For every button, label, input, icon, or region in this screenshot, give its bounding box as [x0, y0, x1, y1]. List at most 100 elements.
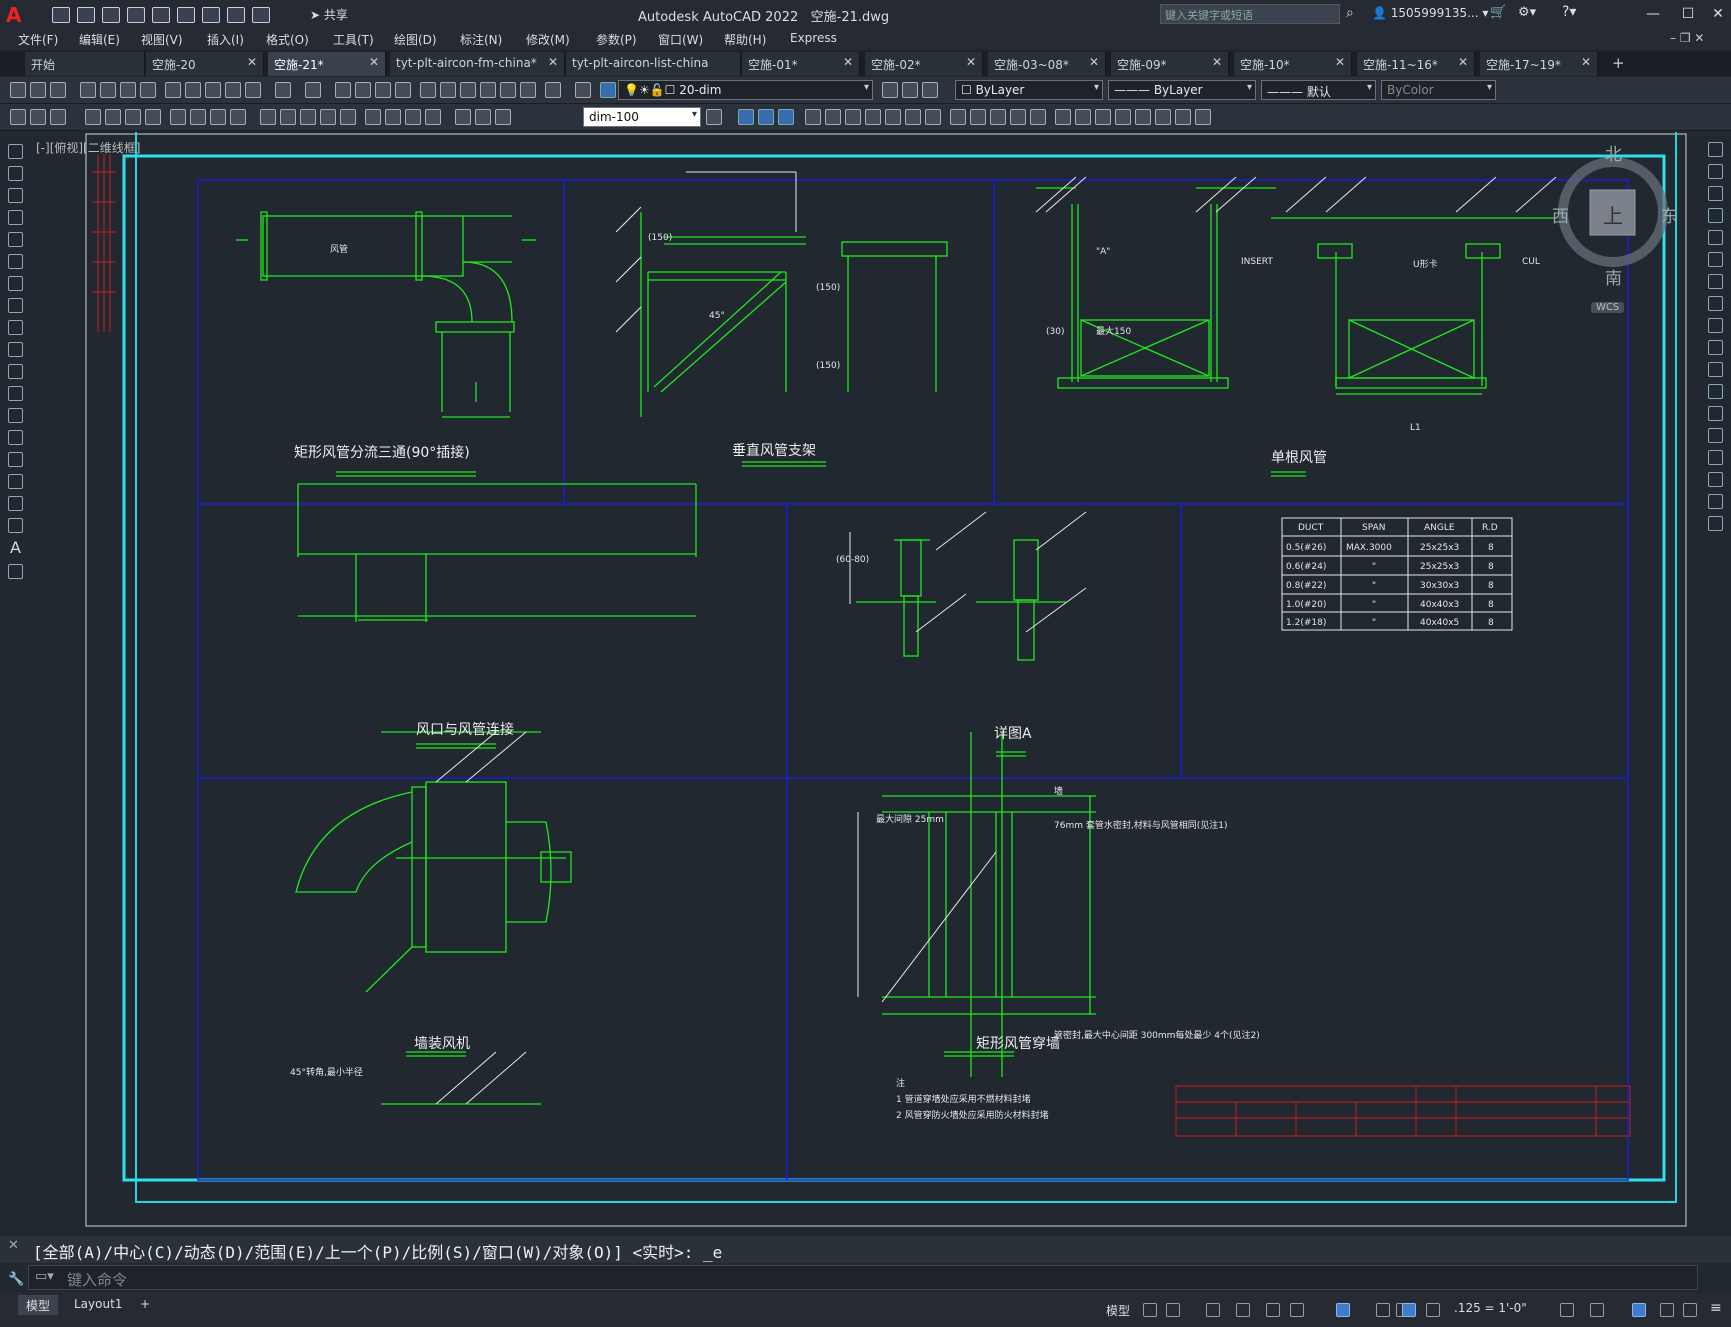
trim-icon[interactable]: [1708, 340, 1723, 355]
tab-file[interactable]: 空施-09* ✕: [1111, 52, 1229, 76]
drawing-canvas[interactable]: 矩形风管分流三通(90°插接) 垂直风管支架 单根风管 风口与风管连接 详图A …: [36, 132, 1696, 1232]
layer-state-icon[interactable]: [600, 82, 616, 98]
layer-iso-icon[interactable]: [50, 109, 66, 125]
annotation-monitor-icon[interactable]: [1590, 1303, 1604, 1317]
cart-icon[interactable]: 🛒: [1490, 5, 1506, 20]
materials-icon[interactable]: [1095, 109, 1111, 125]
menu-express[interactable]: Express: [790, 31, 837, 45]
walk-icon[interactable]: [1135, 109, 1151, 125]
menu-parametric[interactable]: 参数(P): [596, 31, 637, 48]
break-icon[interactable]: [1708, 406, 1723, 421]
dim-update-icon[interactable]: [495, 109, 511, 125]
add-layout-button[interactable]: +: [132, 1295, 158, 1315]
table-icon[interactable]: [8, 518, 23, 533]
layer-walk-icon[interactable]: [30, 109, 46, 125]
point-icon[interactable]: [8, 430, 23, 445]
tab-file[interactable]: 空施-03~08* ✕: [988, 52, 1106, 76]
add-selected-icon[interactable]: [8, 564, 23, 579]
insert-block-icon[interactable]: [805, 109, 821, 125]
annotation-visibility-icon[interactable]: [1402, 1303, 1416, 1317]
inspect-icon[interactable]: [405, 109, 421, 125]
redo-icon[interactable]: [252, 7, 270, 23]
center-mark-icon[interactable]: [385, 109, 401, 125]
spline-icon[interactable]: [8, 320, 23, 335]
color-dropdown[interactable]: ☐ ByLayer ▾: [955, 80, 1103, 100]
multiline-text-icon[interactable]: A: [10, 538, 21, 557]
dimstyle-dropdown[interactable]: dim-100 ▾: [583, 107, 701, 127]
zoom-window-icon[interactable]: [375, 82, 391, 98]
dim-edit-icon[interactable]: [455, 109, 471, 125]
command-prompt-icon[interactable]: ▭▾: [35, 1269, 54, 1284]
layer-match-icon[interactable]: [922, 82, 938, 98]
user-menu[interactable]: 👤 1505999135... ▾: [1372, 6, 1488, 20]
match-properties-icon[interactable]: [225, 82, 241, 98]
plotstyle-dropdown[interactable]: ByColor ▾: [1381, 80, 1496, 100]
autodesk-a360-icon[interactable]: ⚙▾: [1518, 5, 1536, 20]
3d-move-icon[interactable]: [778, 109, 794, 125]
open-web-icon[interactable]: [152, 7, 170, 23]
array-icon[interactable]: [1708, 230, 1723, 245]
rectangle-icon[interactable]: [8, 232, 23, 247]
close-tab-icon[interactable]: ✕: [1212, 55, 1222, 69]
menu-dimension[interactable]: 标注(N): [460, 31, 502, 48]
erase-icon[interactable]: [1708, 142, 1723, 157]
command-input[interactable]: ▭▾ 键入命令: [28, 1265, 1698, 1290]
menu-tools[interactable]: 工具(T): [333, 31, 374, 48]
jogged-linear-icon[interactable]: [425, 109, 441, 125]
viewcube-top-face[interactable]: 上: [1603, 200, 1623, 229]
sheet-set-icon[interactable]: [480, 82, 496, 98]
tab-file[interactable]: 空施-20 ✕: [146, 52, 264, 76]
properties-icon[interactable]: [420, 82, 436, 98]
open-icon[interactable]: [30, 82, 46, 98]
menu-view[interactable]: 视图(V): [141, 31, 183, 48]
scale-icon[interactable]: [1708, 296, 1723, 311]
dim-linear-icon[interactable]: [85, 109, 101, 125]
help-icon[interactable]: ?▾: [1562, 4, 1576, 20]
hardware-acceleration-icon[interactable]: [1660, 1303, 1674, 1317]
circle-icon[interactable]: [8, 276, 23, 291]
model-space-button[interactable]: 模型: [1098, 1300, 1138, 1320]
isolate-objects-icon[interactable]: [1632, 1303, 1646, 1317]
dim-break-icon[interactable]: [340, 109, 356, 125]
viewcube-west[interactable]: 西: [1552, 202, 1569, 227]
menu-window[interactable]: 窗口(W): [658, 31, 703, 48]
layout1-tab[interactable]: Layout1: [66, 1295, 130, 1315]
model-tab[interactable]: 模型: [18, 1295, 59, 1315]
open-icon[interactable]: [77, 7, 95, 23]
construction-line-icon[interactable]: [8, 166, 23, 181]
viewcube-south[interactable]: 南: [1605, 264, 1622, 289]
dim-space-icon[interactable]: [320, 109, 336, 125]
render-icon[interactable]: [1055, 109, 1071, 125]
search-input[interactable]: 键入关键字或短语: [1160, 4, 1340, 24]
menu-file[interactable]: 文件(F): [18, 31, 58, 48]
gradient-icon[interactable]: [885, 109, 901, 125]
close-tab-icon[interactable]: ✕: [369, 55, 379, 69]
grid-icon[interactable]: [1143, 1303, 1157, 1317]
chamfer-icon[interactable]: [1708, 450, 1723, 465]
customization-icon[interactable]: ≡: [1710, 1300, 1722, 1316]
customize-icon[interactable]: 🔧: [8, 1272, 24, 1287]
menu-edit[interactable]: 编辑(E): [79, 31, 120, 48]
pan-icon[interactable]: [335, 82, 351, 98]
redo-icon[interactable]: [305, 82, 321, 98]
save-icon[interactable]: [50, 82, 66, 98]
tab-file[interactable]: 空施-02* ✕: [865, 52, 983, 76]
menu-draw[interactable]: 绘图(D): [394, 31, 437, 48]
dim-diameter-icon[interactable]: [210, 109, 226, 125]
camera-icon[interactable]: [1115, 109, 1131, 125]
dim-text-edit-icon[interactable]: [475, 109, 491, 125]
ellipse-icon[interactable]: [8, 342, 23, 357]
offset-icon[interactable]: [1708, 208, 1723, 223]
save-as-icon[interactable]: [127, 7, 145, 23]
flatten-icon[interactable]: [990, 109, 1006, 125]
lineweight-dropdown[interactable]: ——— 默认 ▾: [1261, 80, 1376, 100]
autocad-logo-icon[interactable]: A: [6, 3, 21, 27]
object-snap-tracking-icon[interactable]: [1290, 1303, 1304, 1317]
copy-icon[interactable]: [185, 82, 201, 98]
tab-file[interactable]: 空施-11~16* ✕: [1357, 52, 1475, 76]
section-icon[interactable]: [970, 109, 986, 125]
dim-angular-icon[interactable]: [230, 109, 246, 125]
blend-curves-icon[interactable]: [1708, 494, 1723, 509]
mirror-icon[interactable]: [1708, 186, 1723, 201]
make-current-icon[interactable]: [882, 82, 898, 98]
